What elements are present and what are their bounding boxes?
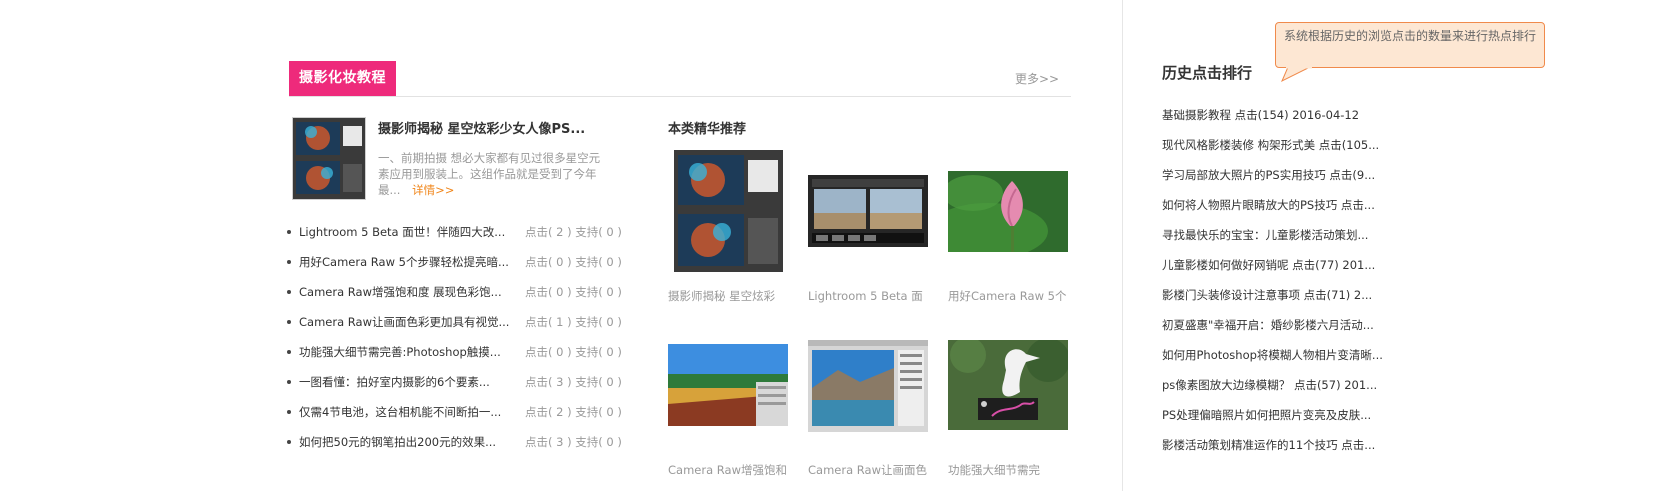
article-title-link[interactable]: Camera Raw增强饱和度 展现色彩饱... (299, 283, 513, 301)
article-title-link[interactable]: 用好Camera Raw 5个步骤轻松提亮暗... (299, 253, 513, 271)
ranking-item[interactable]: 基础摄影教程 点击(154) 2016-04-12 (1162, 106, 1394, 136)
ranking-item[interactable]: ps像素图放大边缘模糊？ 点击(57) 201... (1162, 376, 1394, 406)
bullet-icon (287, 290, 291, 294)
tooltip-tail-icon (1281, 67, 1312, 83)
ranking-item[interactable]: 寻找最快乐的宝宝：儿童影楼活动策划... (1162, 226, 1394, 256)
ranking-tooltip: 系统根据历史的浏览点击的数量来进行热点排行 (1275, 22, 1545, 68)
article-stats: 点击( 2 ) 支持( 0 ) (525, 405, 622, 419)
bullet-icon (287, 350, 291, 354)
article-stats: 点击( 3 ) 支持( 0 ) (525, 375, 622, 389)
ranking-item[interactable]: 如何用Photoshop将模糊人物相片变清晰... (1162, 346, 1394, 376)
recommend-card[interactable]: Lightroom 5 Beta 面 (808, 150, 933, 310)
card-image (808, 175, 928, 247)
card-caption: 用好Camera Raw 5个 (948, 289, 1067, 303)
recommend-title: 本类精华推荐 (668, 122, 747, 137)
card-image (808, 340, 928, 432)
section-underline (289, 96, 1071, 97)
bullet-icon (287, 410, 291, 414)
card-caption: 摄影师揭秘 星空炫彩 (668, 289, 776, 303)
column-divider (1122, 0, 1123, 491)
card-image (668, 344, 788, 426)
featured-desc-line: 一、前期拍摄 想必大家都有见过很多星空元 (378, 151, 601, 165)
card-caption: 功能强大细节需完 (948, 463, 1040, 477)
article-title-link[interactable]: Camera Raw让画面色彩更加具有视觉... (299, 313, 513, 331)
bullet-icon (287, 320, 291, 324)
card-caption: Camera Raw增强饱和 (668, 463, 787, 477)
ranking-list: 基础摄影教程 点击(154) 2016-04-12 现代风格影楼装修 构架形式美… (1162, 106, 1394, 466)
article-title-link[interactable]: 如何把50元的钢笔拍出200元的效果... (299, 433, 513, 451)
featured-thumbnail[interactable] (292, 117, 366, 200)
card-image (928, 171, 1068, 259)
recommend-card[interactable]: Camera Raw让画面色 (808, 334, 933, 484)
bullet-icon (287, 230, 291, 234)
ranking-item[interactable]: 儿童影楼如何做好网销呢 点击(77) 201... (1162, 256, 1394, 286)
ranking-item[interactable]: 影楼活动策划精准运作的11个技巧 点击... (1162, 436, 1394, 466)
ranking-item[interactable]: 如何将人物照片眼睛放大的PS技巧 点击... (1162, 196, 1394, 226)
article-title-link[interactable]: 一图看懂：拍好室内摄影的6个要素... (299, 373, 513, 391)
article-stats: 点击( 0 ) 支持( 0 ) (525, 345, 622, 359)
article-stats: 点击( 2 ) 支持( 0 ) (525, 225, 622, 239)
ranking-item[interactable]: 现代风格影楼装修 构架形式美 点击(105... (1162, 136, 1394, 166)
article-title-link[interactable]: 仅需4节电池，这台相机能不间断拍一... (299, 403, 513, 421)
bullet-icon (287, 380, 291, 384)
bullet-icon (287, 260, 291, 264)
ranking-title: 历史点击排行 (1162, 64, 1253, 82)
card-image (674, 150, 783, 272)
section-title: 摄影化妆教程 (289, 61, 396, 96)
card-caption: Lightroom 5 Beta 面 (808, 289, 923, 303)
article-title-link[interactable]: Lightroom 5 Beta 面世！伴随四大改... (299, 223, 513, 241)
featured-desc-line: 最... 详情>> (378, 182, 618, 198)
card-image (948, 337, 1070, 430)
recommend-card[interactable]: 用好Camera Raw 5个 (928, 150, 1073, 310)
ranking-item[interactable]: 学习局部放大照片的PS实用技巧 点击(9... (1162, 166, 1394, 196)
article-stats: 点击( 3 ) 支持( 0 ) (525, 435, 622, 449)
detail-link[interactable]: 详情>> (412, 183, 454, 197)
featured-description: 一、前期拍摄 想必大家都有见过很多星空元 素应用到服装上。这组作品就是受到了今年… (378, 150, 618, 198)
more-link[interactable]: 更多>> (1015, 70, 1059, 87)
article-title-link[interactable]: 功能强大细节需完善:Photoshop触摸... (299, 343, 513, 361)
card-caption: Camera Raw让画面色 (808, 463, 927, 477)
recommend-card[interactable]: 摄影师揭秘 星空炫彩 (668, 150, 793, 310)
bullet-icon (287, 440, 291, 444)
ranking-item[interactable]: 初夏盛惠"幸福开启：婚纱影楼六月活动... (1162, 316, 1394, 346)
recommend-card[interactable]: 功能强大细节需完 (948, 334, 1073, 484)
featured-desc-line: 素应用到服装上。这组作品就是受到了今年 (378, 167, 597, 181)
featured-desc-tail: 最... (378, 183, 401, 197)
ranking-item[interactable]: PS处理偏暗照片如何把照片变亮及皮肤... (1162, 406, 1394, 436)
article-stats: 点击( 1 ) 支持( 0 ) (525, 315, 622, 329)
recommend-card[interactable]: Camera Raw增强饱和 (668, 334, 793, 484)
article-stats: 点击( 0 ) 支持( 0 ) (525, 255, 622, 269)
photoshop-screenshot-image (293, 118, 365, 199)
featured-title[interactable]: 摄影师揭秘 星空炫彩少女人像PS... (378, 118, 618, 137)
ranking-item[interactable]: 影楼门头装修设计注意事项 点击(71) 2... (1162, 286, 1394, 316)
article-stats: 点击( 0 ) 支持( 0 ) (525, 285, 622, 299)
